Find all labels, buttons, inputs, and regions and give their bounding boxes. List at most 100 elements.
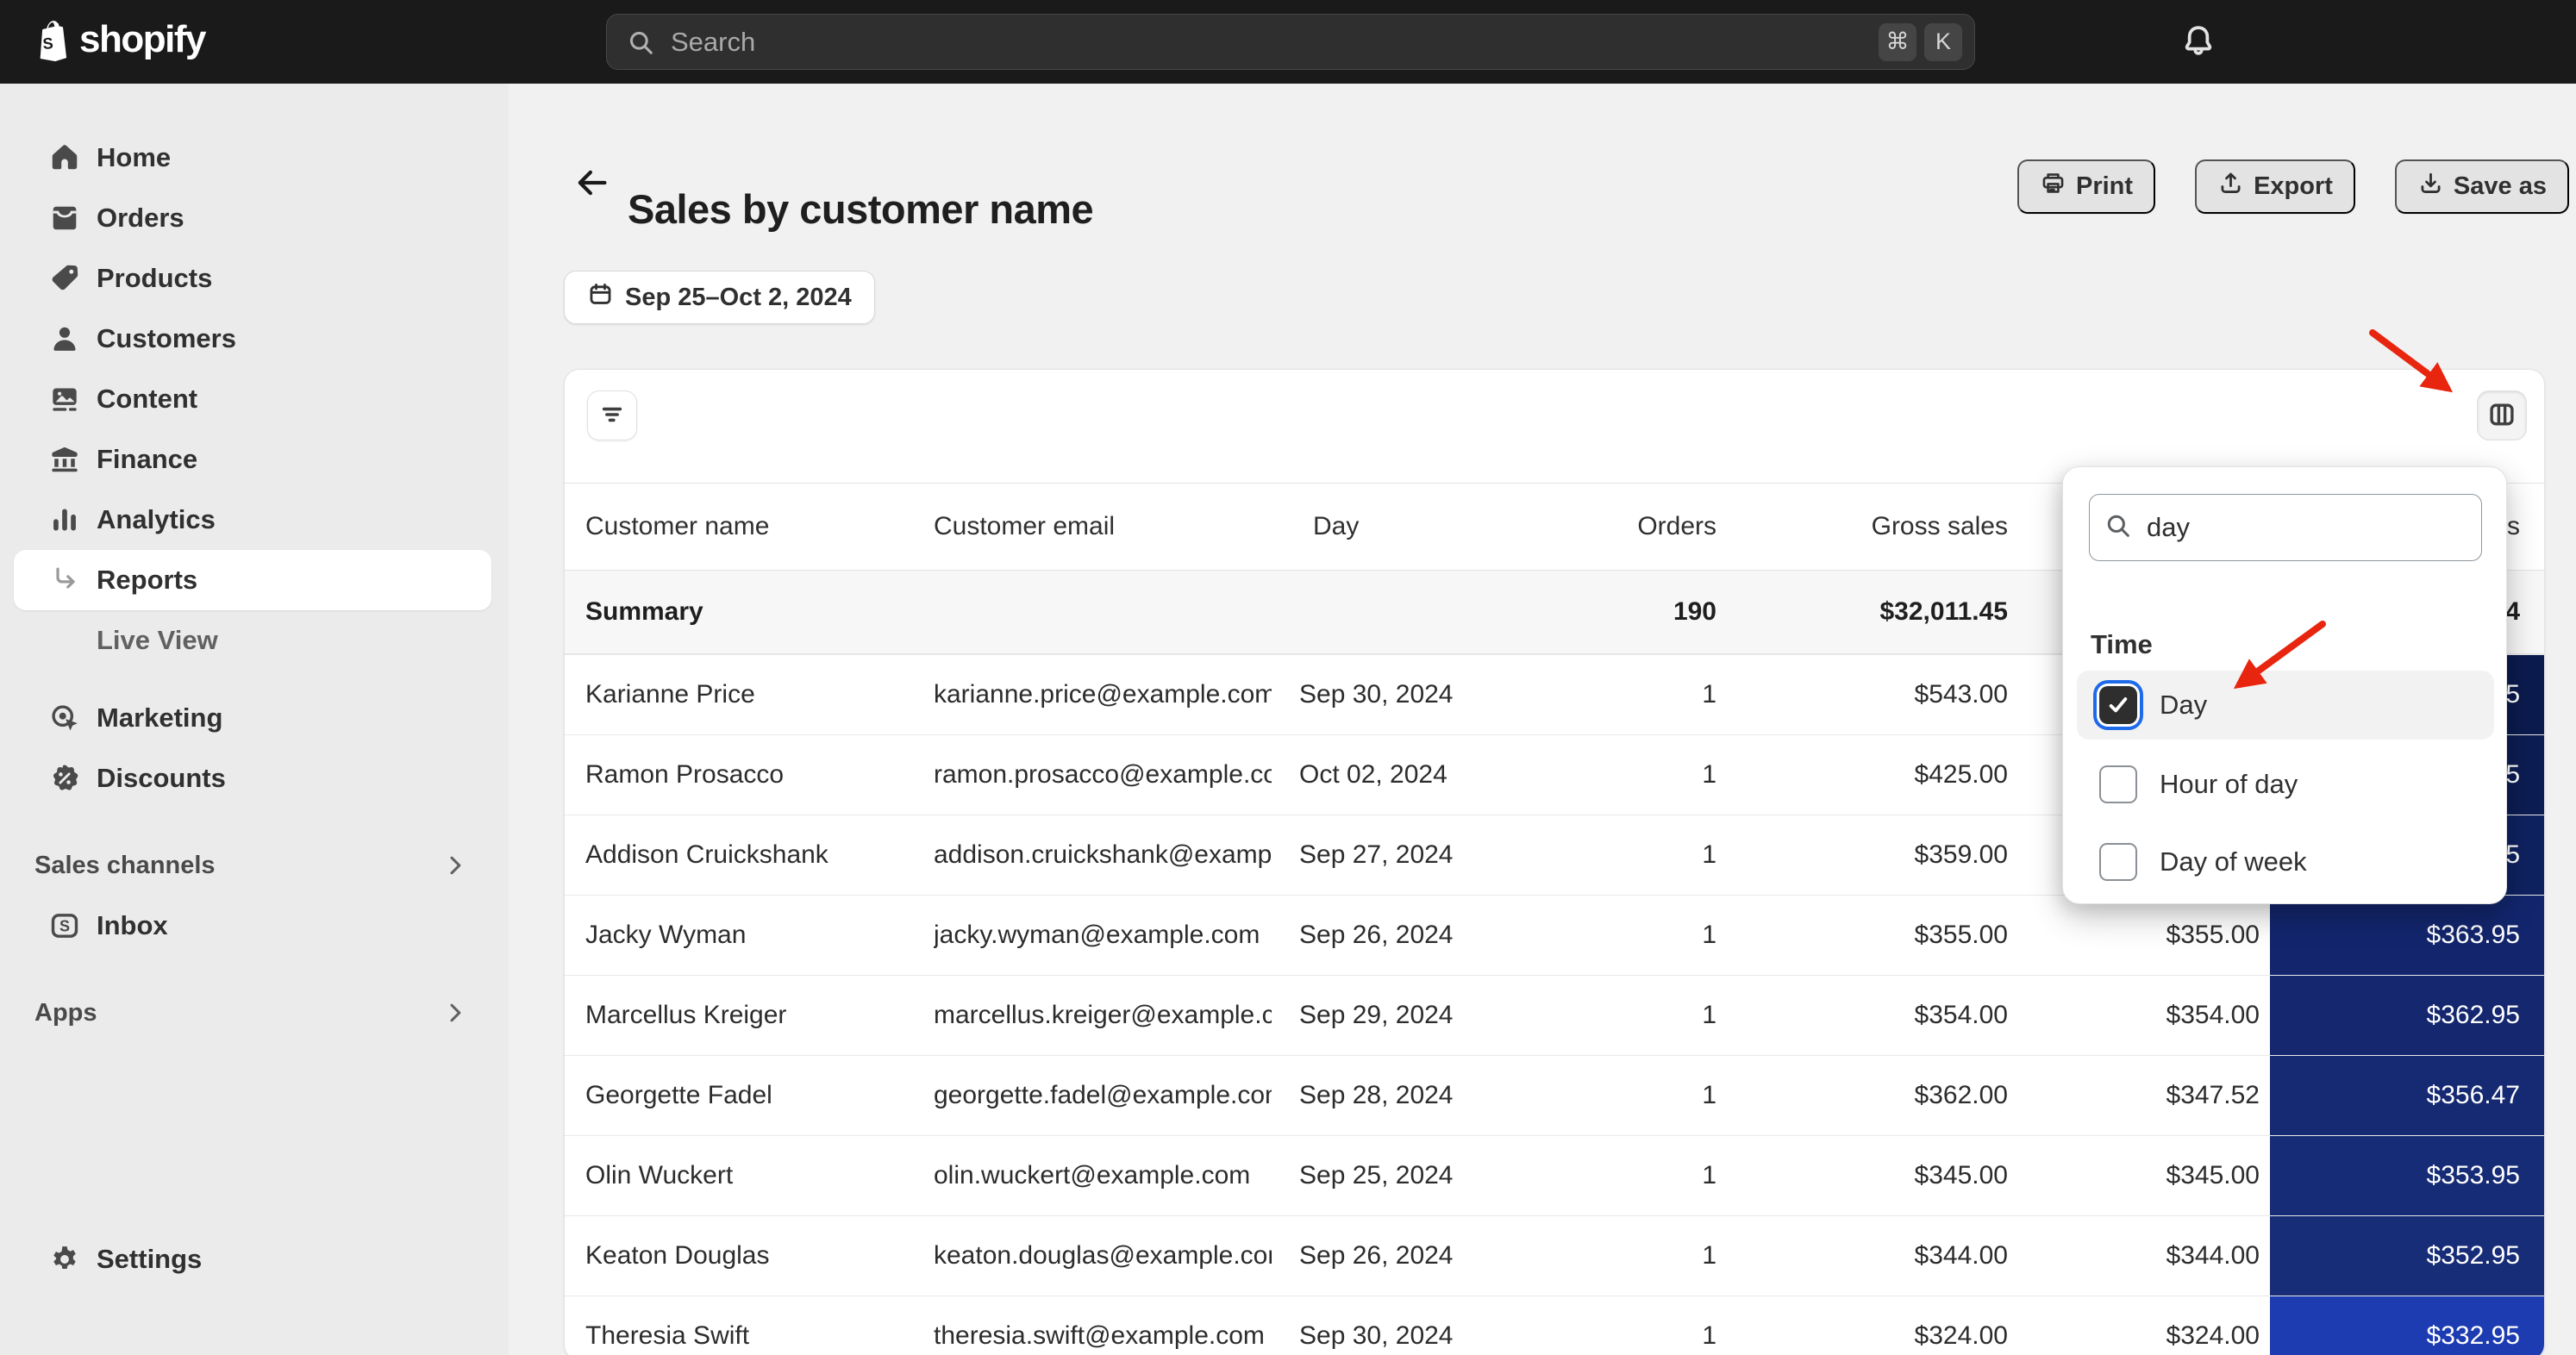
shopify-logo[interactable]: S shopify bbox=[31, 17, 206, 62]
popover-search-input[interactable] bbox=[2145, 511, 2492, 544]
sidebar-item-label: Discounts bbox=[97, 763, 226, 793]
table-row[interactable]: Georgette Fadel georgette.fadel@example.c… bbox=[565, 1055, 2544, 1135]
marketing-icon bbox=[48, 702, 81, 734]
search-icon bbox=[2104, 511, 2132, 544]
table-row[interactable]: Theresia Swift theresia.swift@example.com… bbox=[565, 1296, 2544, 1355]
cell-orders: 1 bbox=[1702, 840, 1716, 869]
sidebar-item-label: Analytics bbox=[97, 504, 216, 534]
summary-orders: 190 bbox=[1673, 597, 1716, 626]
sidebar-item-products[interactable]: Products bbox=[0, 248, 509, 309]
sidebar-item-orders[interactable]: Orders bbox=[0, 188, 509, 248]
print-button[interactable]: Print bbox=[2017, 159, 2156, 214]
sidebar-item-live-view[interactable]: Live View bbox=[0, 610, 509, 671]
sidebar-item-label: Content bbox=[97, 384, 198, 414]
sidebar-item-label: Reports bbox=[97, 565, 198, 595]
cell-total-sales: $352.95 bbox=[2270, 1216, 2544, 1296]
k-key-badge: K bbox=[1924, 22, 1962, 61]
sidebar-item-label: Customers bbox=[97, 323, 236, 353]
svg-text:S: S bbox=[59, 917, 70, 934]
header-customer-email[interactable]: Customer email bbox=[934, 484, 1299, 570]
sidebar-item-label: Finance bbox=[97, 444, 198, 474]
table-row[interactable]: Jacky Wyman jacky.wyman@example.com Sep 26… bbox=[565, 895, 2544, 975]
analytics-icon bbox=[48, 503, 81, 536]
checkbox-hour-of-day[interactable] bbox=[2099, 765, 2137, 803]
cell-day: Oct 02, 2024 bbox=[1299, 760, 1447, 789]
cell-orders: 1 bbox=[1702, 1161, 1716, 1190]
export-button[interactable]: Export bbox=[2195, 159, 2355, 214]
products-icon bbox=[48, 262, 81, 295]
cell-day: Sep 30, 2024 bbox=[1299, 1321, 1454, 1350]
topbar: S shopify ⌘ K bbox=[0, 0, 2576, 84]
cell-day: Sep 25, 2024 bbox=[1299, 1161, 1454, 1190]
cell-orders: 1 bbox=[1702, 921, 1716, 949]
header-gross-sales[interactable]: Gross sales bbox=[1723, 484, 2016, 570]
sidebar-item-label: Live View bbox=[97, 625, 218, 655]
option-hour-of-day[interactable]: Hour of day bbox=[2077, 752, 2494, 817]
sidebar-item-analytics[interactable]: Analytics bbox=[0, 490, 509, 550]
table-row[interactable]: Olin Wuckert olin.wuckert@example.com Sep … bbox=[565, 1135, 2544, 1215]
save-as-label: Save as bbox=[2453, 172, 2547, 200]
option-day-of-week[interactable]: Day of week bbox=[2077, 829, 2494, 895]
sidebar-item-finance[interactable]: Finance bbox=[0, 429, 509, 490]
popover-section-time: Time bbox=[2091, 629, 2153, 659]
header-customer-name[interactable]: Customer name bbox=[565, 484, 934, 570]
sidebar-section-apps[interactable]: Apps bbox=[0, 983, 509, 1043]
sidebar-item-home[interactable]: Home bbox=[0, 128, 509, 188]
sidebar-item-inbox[interactable]: S Inbox bbox=[0, 896, 509, 956]
cell-total-sales: $353.95 bbox=[2270, 1136, 2544, 1215]
page-actions: Print Export Save as bbox=[2017, 159, 2569, 214]
print-icon bbox=[2040, 170, 2066, 203]
checkbox-day-of-week[interactable] bbox=[2099, 843, 2137, 881]
checkbox-day-checked[interactable] bbox=[2099, 686, 2137, 724]
option-day-of-week-label: Day of week bbox=[2160, 846, 2307, 877]
sidebar-item-discounts[interactable]: Discounts bbox=[0, 748, 509, 809]
sidebar-item-settings[interactable]: Settings bbox=[0, 1229, 509, 1289]
sidebar-item-marketing[interactable]: Marketing bbox=[0, 688, 509, 748]
export-label: Export bbox=[2254, 172, 2333, 200]
save-icon bbox=[2417, 170, 2444, 203]
customers-icon bbox=[48, 322, 81, 355]
sidebar-item-customers[interactable]: Customers bbox=[0, 309, 509, 369]
date-range-filter[interactable]: Sep 25–Oct 2, 2024 bbox=[564, 271, 875, 324]
header-day[interactable]: Day bbox=[1299, 484, 1516, 570]
edit-columns-button[interactable] bbox=[2477, 390, 2527, 440]
search-input[interactable] bbox=[669, 25, 1871, 59]
table-row[interactable]: Keaton Douglas keaton.douglas@example.com… bbox=[565, 1215, 2544, 1296]
cell-orders: 1 bbox=[1702, 760, 1716, 789]
cell-customer-name: Georgette Fadel bbox=[585, 1081, 772, 1109]
popover-search-field[interactable] bbox=[2089, 494, 2492, 561]
table-row[interactable]: Marcellus Kreiger marcellus.kreiger@examp… bbox=[565, 975, 2544, 1055]
option-day[interactable]: Day bbox=[2077, 671, 2494, 740]
sidebar-item-label: Marketing bbox=[97, 702, 223, 733]
discounts-icon bbox=[48, 762, 81, 795]
cell-orders: 1 bbox=[1702, 1321, 1716, 1350]
cell-customer-name: Ramon Prosacco bbox=[585, 760, 785, 789]
save-as-button[interactable]: Save as bbox=[2394, 159, 2569, 214]
summary-label: Summary bbox=[585, 597, 703, 626]
cell-net-sales: $347.52 bbox=[2166, 1081, 2260, 1109]
sidebar-section-sales-channels[interactable]: Sales channels bbox=[0, 835, 509, 896]
header-orders[interactable]: Orders bbox=[1516, 484, 1723, 570]
notifications-bell-icon[interactable] bbox=[2179, 22, 2217, 60]
cell-customer-email: georgette.fadel@example.com bbox=[934, 1081, 1272, 1109]
sidebar-item-reports[interactable]: Reports bbox=[14, 550, 491, 610]
cell-gross-sales: $362.00 bbox=[1914, 1081, 2008, 1109]
global-search[interactable]: ⌘ K bbox=[606, 14, 1975, 70]
sidebar-nav: Home Orders Products Customers Content Financ… bbox=[0, 84, 509, 1355]
page-title: Sales by customer name bbox=[628, 186, 1094, 233]
cell-orders: 1 bbox=[1702, 1001, 1716, 1029]
shopify-bag-icon: S bbox=[31, 17, 71, 62]
cell-net-sales: $324.00 bbox=[2166, 1321, 2260, 1350]
subarrow-icon bbox=[48, 564, 81, 596]
sidebar-item-label: Settings bbox=[97, 1244, 203, 1274]
cell-net-sales: $345.00 bbox=[2166, 1161, 2260, 1190]
cell-customer-name: Addison Cruickshank bbox=[585, 840, 828, 869]
filter-icon bbox=[597, 399, 628, 433]
cell-customer-name: Jacky Wyman bbox=[585, 921, 747, 949]
cell-customer-email: addison.cruickshank@example.com bbox=[934, 840, 1272, 869]
filter-button[interactable] bbox=[587, 390, 637, 440]
sidebar-item-content[interactable]: Content bbox=[0, 369, 509, 429]
inbox-icon: S bbox=[48, 909, 81, 942]
cell-total-sales: $332.95 bbox=[2270, 1296, 2544, 1355]
back-arrow-icon[interactable] bbox=[572, 164, 610, 202]
